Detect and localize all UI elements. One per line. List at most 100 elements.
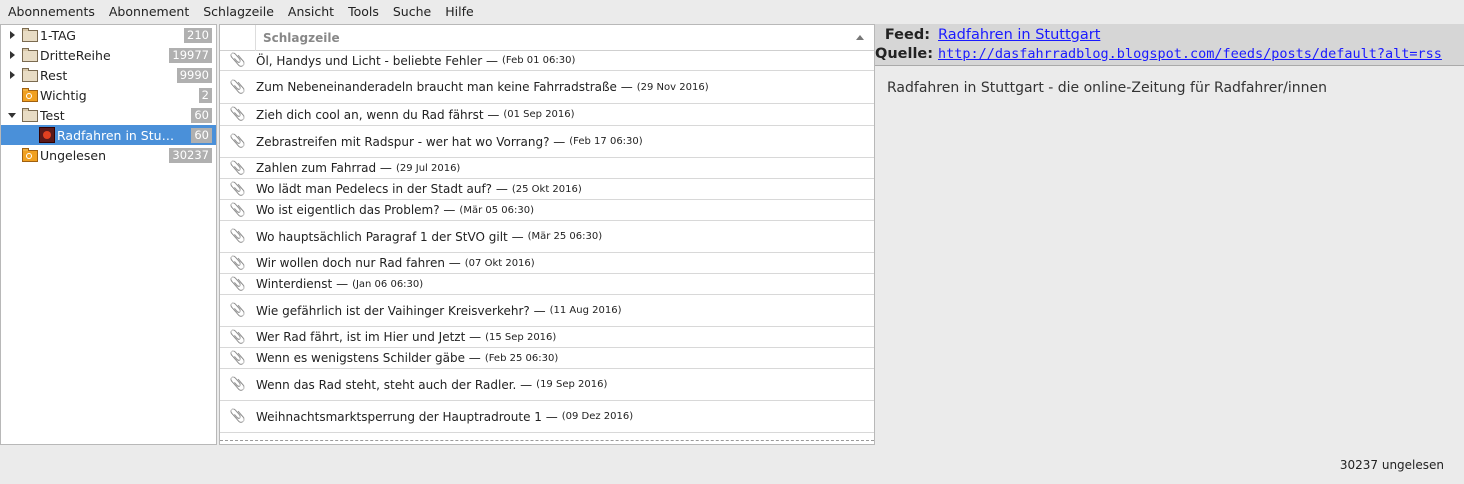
tree-item-label: Rest (40, 67, 68, 83)
feed-label: Feed: (884, 26, 930, 43)
headline-row[interactable]: 📎 Wenn das Rad steht, steht auch der Radl… (220, 369, 874, 401)
headline-title: Wir wollen doch nur Rad fahren — (256, 256, 461, 270)
headline-date: (15 Sep 2016) (485, 331, 557, 343)
tree-item-label: DritteReihe (40, 47, 111, 63)
headline-date: (Feb 01 06:30) (501, 55, 576, 66)
attachment-icon: 📎 (229, 134, 247, 149)
headline-date: (Feb 17 06:30) (569, 136, 643, 147)
feed-header: Feed: Radfahren in Stuttgart Quelle: htt… (875, 24, 1464, 66)
headline-date: (01 Sep 2016) (503, 109, 575, 120)
attachment-icon: 📎 (229, 377, 247, 392)
tree-item-radfahren-in-stu[interactable]: Radfahren in Stu… 60 (1, 125, 216, 145)
headline-row[interactable]: 📎 Zieh dich cool an, wenn du Rad fährst —… (220, 104, 874, 126)
headline-title: Wo ist eigentlich das Problem? — (256, 203, 456, 217)
headline-date: (Mär 25 06:30) (527, 231, 603, 242)
headline-row[interactable]: 📎 Zahlen zum Fahrrad — (29 Jul 2016) (220, 158, 874, 179)
icon-column-header[interactable] (220, 25, 256, 51)
headline-title: Wie gefährlich ist der Vaihinger Kreisve… (256, 303, 546, 318)
menu-abonnement[interactable]: Abonnement (102, 1, 196, 23)
unread-count-badge: 60 (191, 127, 212, 143)
status-bar: 30237 ungelesen (0, 445, 1464, 484)
headline-row[interactable]: 📎 Öl, Handys und Licht - beliebte Fehler … (220, 51, 874, 71)
headline-row[interactable]: 📎 Wer Rad fährt, ist im Hier und Jetzt —(… (220, 327, 874, 348)
feed-description: Radfahren in Stuttgart - die online-Zeit… (887, 80, 1327, 96)
menu-bar: Abonnements Abonnement Schlagzeile Ansicht T… (0, 0, 1464, 24)
headline-row[interactable]: 📎 Zebrastreifen mit Radspur - wer hat wo … (220, 126, 874, 158)
source-url-link[interactable]: http://dasfahrradblog.blogspot.com/feeds… (938, 46, 1442, 62)
unread-count-badge: 60 (191, 107, 212, 123)
headline-column-header[interactable]: Schlagzeile (220, 25, 874, 51)
expand-arrow-icon[interactable] (7, 45, 17, 65)
headline-rows: 📎 Öl, Handys und Licht - beliebte Fehler … (220, 51, 874, 433)
headline-date: (29 Jul 2016) (395, 162, 461, 174)
unread-count-badge: 19977 (169, 47, 212, 63)
menu-abonnements[interactable]: Abonnements (1, 1, 102, 23)
feed-tree: 1-TAG 210 DritteReihe 19977 Rest 9990 Wichtig 2… (0, 24, 217, 445)
headline-row[interactable]: 📎 Wo hauptsächlich Paragraf 1 der StVO gi… (220, 221, 874, 253)
feed-info-pane: Feed: Radfahren in Stuttgart Quelle: htt… (875, 24, 1464, 445)
headline-row[interactable]: 📎 Wo ist eigentlich das Problem? — (Mär 05… (220, 200, 874, 221)
expander-spacer (7, 145, 17, 165)
tree-item-wichtig[interactable]: Wichtig 2 (1, 85, 216, 105)
search-folder-icon (22, 148, 38, 162)
attachment-icon: 📎 (229, 202, 247, 218)
tree-item-test[interactable]: Test 60 (1, 105, 216, 125)
headline-row[interactable]: 📎 Wir wollen doch nur Rad fahren — (07 Okt… (220, 253, 874, 274)
unread-count-status: 30237 ungelesen (1339, 457, 1444, 472)
attachment-icon: 📎 (229, 350, 247, 366)
folder-icon (22, 28, 38, 42)
headline-date: (19 Sep 2016) (536, 379, 608, 390)
attachment-icon: 📎 (229, 255, 247, 271)
tree-item-1-tag[interactable]: 1-TAG 210 (1, 25, 216, 45)
headline-row[interactable]: 📎 Weihnachtsmarktsperrung der Hauptradrou… (220, 401, 874, 433)
menu-hilfe[interactable]: Hilfe (438, 1, 480, 23)
headline-title: Wer Rad fährt, ist im Hier und Jetzt — (256, 330, 482, 344)
attachment-icon: 📎 (229, 303, 247, 318)
headline-date: (29 Nov 2016) (636, 81, 709, 93)
headline-column-title[interactable]: Schlagzeile (256, 31, 856, 45)
attachment-icon: 📎 (229, 276, 247, 292)
menu-schlagzeile[interactable]: Schlagzeile (196, 1, 281, 23)
headline-date: (25 Okt 2016) (511, 183, 582, 195)
source-label: Quelle: (875, 45, 934, 62)
expand-arrow-icon[interactable] (7, 25, 17, 45)
folder-icon (22, 48, 38, 62)
headline-title: Zieh dich cool an, wenn du Rad fährst — (256, 107, 500, 122)
menu-tools[interactable]: Tools (341, 1, 386, 23)
attachment-icon: 📎 (229, 329, 247, 345)
attachment-icon: 📎 (229, 160, 247, 176)
menu-suche[interactable]: Suche (386, 1, 438, 23)
headline-row[interactable]: 📎 Wo lädt man Pedelecs in der Stadt auf? … (220, 179, 874, 200)
headline-date: (11 Aug 2016) (549, 305, 622, 316)
folder-icon (22, 108, 38, 122)
unread-count-badge: 210 (184, 27, 212, 43)
feed-name-link[interactable]: Radfahren in Stuttgart (938, 27, 1100, 43)
headline-title: Zebrastreifen mit Radspur - wer hat wo V… (256, 134, 566, 149)
attachment-icon: 📎 (229, 229, 247, 244)
tree-item-label: Test (40, 107, 65, 123)
expand-arrow-icon[interactable] (7, 65, 17, 85)
menu-ansicht[interactable]: Ansicht (281, 1, 341, 23)
headline-row[interactable]: 📎 Winterdienst — (Jan 06 06:30) (220, 274, 874, 295)
attachment-icon: 📎 (229, 181, 247, 197)
headline-row[interactable]: 📎 Zum Nebeneinanderadeln braucht man kein… (220, 71, 874, 104)
headline-date: (Mär 05 06:30) (459, 204, 534, 216)
unread-count-badge: 30237 (169, 147, 212, 163)
headline-title: Wo lädt man Pedelecs in der Stadt auf? — (256, 182, 508, 196)
headline-row[interactable]: 📎 Wenn es wenigstens Schilder gäbe — (Feb … (220, 348, 874, 369)
headline-title: Weihnachtsmarktsperrung der Hauptradrout… (256, 409, 558, 424)
tree-item-drittereihe[interactable]: DritteReihe 19977 (1, 45, 216, 65)
headline-title: Zahlen zum Fahrrad — (256, 161, 392, 175)
collapse-arrow-icon[interactable] (7, 105, 17, 125)
tree-item-rest[interactable]: Rest 9990 (1, 65, 216, 85)
headline-title: Wenn es wenigstens Schilder gäbe — (256, 351, 481, 365)
list-end-divider (220, 440, 874, 441)
folder-icon (22, 68, 38, 82)
attachment-icon: 📎 (229, 53, 247, 68)
headline-date: (07 Okt 2016) (464, 257, 535, 269)
tree-item-label: Wichtig (40, 87, 87, 103)
search-folder-icon (22, 88, 38, 102)
tree-item-ungelesen[interactable]: Ungelesen 30237 (1, 145, 216, 165)
headline-row[interactable]: 📎 Wie gefährlich ist der Vaihinger Kreisv… (220, 295, 874, 327)
headline-title: Wenn das Rad steht, steht auch der Radle… (256, 377, 533, 392)
